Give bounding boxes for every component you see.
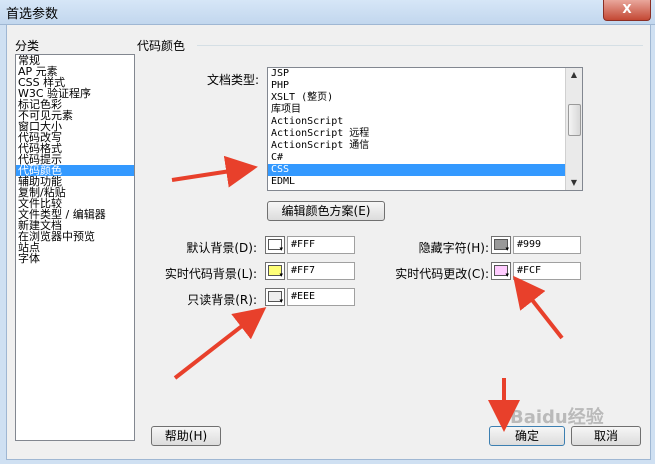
arrow-to-css [171,155,258,188]
annotation-arrows [171,155,564,432]
arrow-to-live-changes [513,275,564,340]
arrow-to-readonly [173,307,267,380]
